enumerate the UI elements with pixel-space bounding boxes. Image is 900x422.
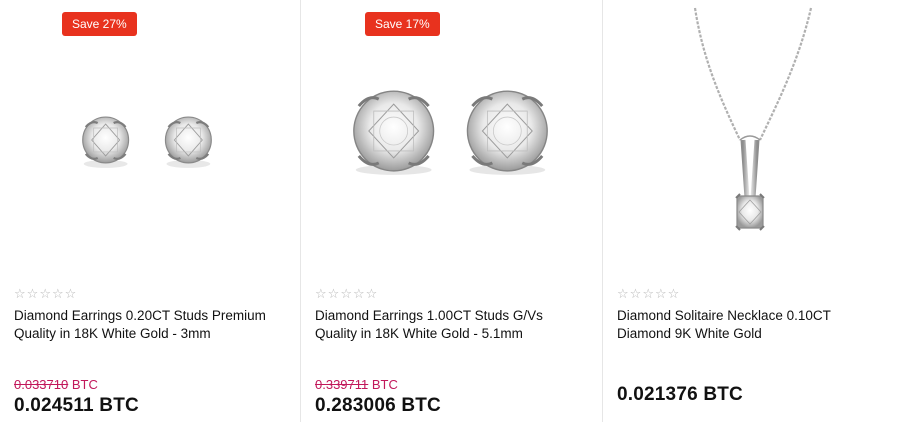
rating-stars[interactable]: ☆ ☆ ☆ ☆ ☆	[617, 287, 679, 301]
original-price-currency: BTC	[68, 377, 98, 392]
star-icon: ☆	[667, 286, 680, 301]
star-icon: ☆	[617, 286, 629, 301]
sale-price: 0.021376 BTC	[617, 384, 743, 405]
star-icon: ☆	[642, 286, 654, 301]
product-title[interactable]: Diamond Solitaire Necklace 0.10CT Diamon…	[617, 307, 887, 342]
original-price-currency: BTC	[368, 377, 398, 392]
product-grid: Save 27% ☆ ☆ ☆ ☆ ☆ Diamond Earrings 0.20…	[0, 0, 900, 422]
original-price: 0.339711 BTC	[315, 377, 398, 392]
star-icon: ☆	[327, 286, 340, 301]
star-icon: ☆	[315, 286, 327, 301]
sale-price: 0.283006 BTC	[315, 395, 441, 416]
earring-left	[353, 90, 435, 175]
product-card[interactable]: Save 17% ☆ ☆ ☆ ☆ ☆ Diamond Earrings 1.00…	[301, 0, 603, 422]
star-icon: ☆	[39, 286, 51, 301]
star-icon: ☆	[352, 286, 365, 301]
earring-right	[164, 116, 212, 168]
discount-badge: Save 27%	[62, 12, 137, 36]
original-price: 0.033710 BTC	[14, 377, 98, 392]
star-icon: ☆	[64, 286, 77, 301]
star-icon: ☆	[14, 286, 26, 301]
product-title[interactable]: Diamond Earrings 1.00CT Studs G/Vs Quali…	[315, 307, 585, 342]
star-icon: ☆	[51, 286, 64, 301]
product-image[interactable]	[603, 0, 900, 270]
star-icon: ☆	[365, 286, 378, 301]
product-card[interactable]: Save 27% ☆ ☆ ☆ ☆ ☆ Diamond Earrings 0.20…	[0, 0, 301, 422]
rating-stars[interactable]: ☆ ☆ ☆ ☆ ☆	[14, 287, 76, 301]
rating-stars[interactable]: ☆ ☆ ☆ ☆ ☆	[315, 287, 377, 301]
necklace-chain	[693, 7, 813, 141]
product-title[interactable]: Diamond Earrings 0.20CT Studs Premium Qu…	[14, 307, 284, 342]
star-icon: ☆	[26, 286, 39, 301]
earring-left	[82, 116, 130, 168]
discount-badge: Save 17%	[365, 12, 440, 36]
original-price-amount: 0.339711	[315, 377, 369, 392]
product-image[interactable]	[301, 0, 602, 270]
sale-price: 0.024511 BTC	[14, 395, 139, 416]
star-icon: ☆	[654, 286, 667, 301]
star-icon: ☆	[629, 286, 642, 301]
necklace-pendant	[735, 135, 765, 231]
product-image[interactable]	[0, 0, 300, 270]
original-price-amount: 0.033710	[14, 377, 69, 392]
product-card[interactable]: ☆ ☆ ☆ ☆ ☆ Diamond Solitaire Necklace 0.1…	[603, 0, 900, 422]
star-icon: ☆	[340, 286, 352, 301]
earring-right	[466, 90, 548, 175]
